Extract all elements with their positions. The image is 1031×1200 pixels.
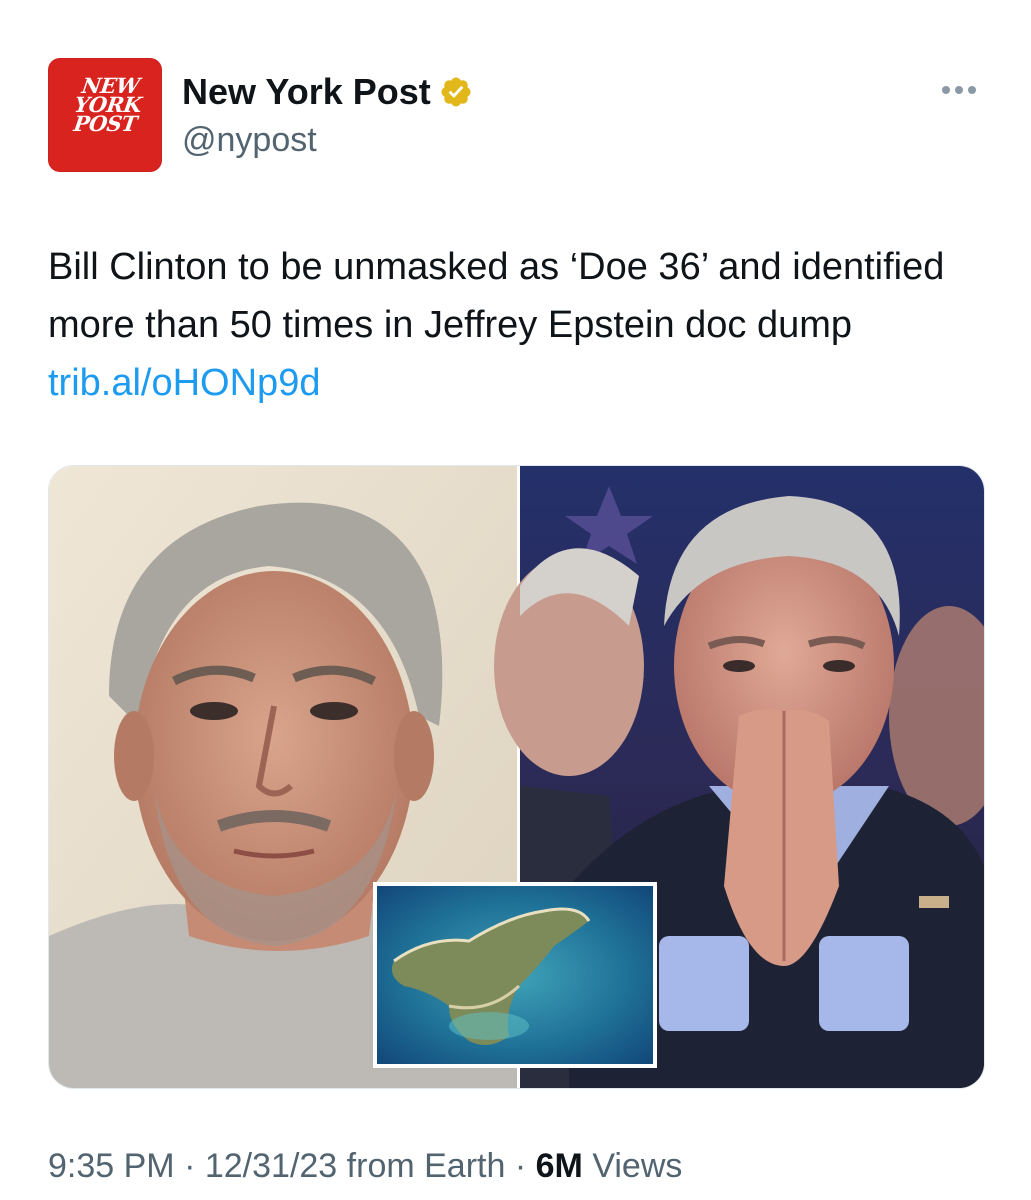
author-display-name[interactable]: New York Post (182, 70, 431, 114)
views-label: Views (592, 1147, 683, 1185)
tweet-card[interactable]: NEW YORK POST New York Post @nypost Bill… (0, 0, 1031, 1200)
verified-badge-icon[interactable] (439, 75, 473, 109)
island-aerial-inset (373, 882, 657, 1068)
tweet-media[interactable] (48, 465, 985, 1089)
tweet-link[interactable]: trib.al/oHONp9d (48, 362, 320, 404)
meta-separator: · (184, 1147, 196, 1185)
meta-separator-2: · (514, 1147, 527, 1185)
tweet-text: Bill Clinton to be unmasked as ‘Doe 36’ … (48, 238, 998, 412)
nypost-logo: NEW YORK POST (64, 73, 152, 136)
tweet-time[interactable]: 9:35 PM (48, 1147, 175, 1185)
logo-line-3: POST (72, 111, 139, 136)
tweet-body: Bill Clinton to be unmasked as ‘Doe 36’ … (48, 246, 945, 346)
more-icon[interactable] (942, 80, 982, 100)
author-name-row: New York Post (182, 70, 473, 114)
author-handle[interactable]: @nypost (182, 118, 317, 162)
tweet-meta: 9:35 PM · 12/31/23 from Earth · 6M Views (48, 1144, 682, 1188)
tweet-source: from Earth (346, 1147, 506, 1185)
tweet-date[interactable]: 12/31/23 (205, 1147, 337, 1185)
author-avatar[interactable]: NEW YORK POST (48, 58, 162, 172)
views-count[interactable]: 6M (536, 1147, 583, 1185)
